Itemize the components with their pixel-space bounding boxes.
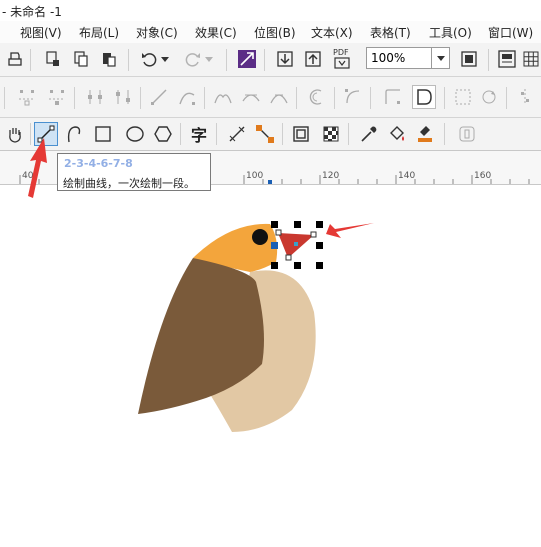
align-nodes-icon[interactable]	[514, 86, 536, 108]
close-curve-icon[interactable]	[412, 85, 436, 109]
two-point-line-tool-icon[interactable]	[34, 122, 58, 146]
bird-eye[interactable]	[252, 229, 268, 245]
show-grid-icon[interactable]	[520, 48, 541, 70]
extract-subpath-icon[interactable]	[382, 86, 404, 108]
select-all-nodes-icon[interactable]	[452, 86, 474, 108]
pan-tool-icon[interactable]	[4, 123, 26, 145]
publish-pdf-button[interactable]: PDF	[330, 48, 354, 70]
menu-view[interactable]: 视图(V)	[20, 24, 62, 41]
menu-window[interactable]: 窗口(W)	[488, 24, 533, 41]
toolbox: 字	[0, 118, 541, 151]
search-content-icon[interactable]	[236, 48, 258, 70]
standard-toolbar: PDF	[0, 43, 541, 77]
zoom-level-input[interactable]	[366, 47, 432, 69]
redo-icon[interactable]	[182, 48, 204, 70]
title-bar: - 未命名 -1	[0, 0, 541, 21]
menu-object[interactable]: 对象(C)	[136, 24, 178, 41]
menu-bitmaps[interactable]: 位图(B)	[254, 24, 296, 41]
customize-toolbox-icon[interactable]	[456, 123, 478, 145]
smart-fill-tool-icon[interactable]	[414, 123, 436, 145]
menu-layout[interactable]: 布局(L)	[79, 24, 119, 41]
interactive-fill-tool-icon[interactable]	[386, 123, 408, 145]
window-title: - 未命名 -1	[2, 5, 62, 19]
smooth-node-icon[interactable]	[240, 86, 262, 108]
symmetrical-node-icon[interactable]	[268, 86, 290, 108]
convert-to-line-icon[interactable]	[148, 86, 170, 108]
import-icon[interactable]	[274, 48, 296, 70]
menu-table[interactable]: 表格(T)	[370, 24, 411, 41]
text-tool-label: 字	[190, 126, 207, 145]
menu-tools[interactable]: 工具(O)	[429, 24, 472, 41]
undo-dropdown-icon[interactable]	[158, 48, 172, 70]
reverse-direction-icon[interactable]	[306, 86, 328, 108]
show-rulers-icon[interactable]	[496, 48, 518, 70]
redo-dropdown-icon[interactable]	[202, 48, 216, 70]
undo-icon[interactable]	[138, 48, 160, 70]
eyedropper-tool-icon[interactable]	[358, 123, 380, 145]
menu-effects[interactable]: 效果(C)	[195, 24, 237, 41]
zoom-dropdown-button[interactable]	[432, 47, 450, 69]
parallel-dimension-tool-icon[interactable]	[226, 123, 248, 145]
add-node-icon[interactable]	[16, 86, 38, 108]
text-tool-button[interactable]: 字	[188, 123, 210, 145]
menu-bar: 视图(V) 布局(L) 对象(C) 效果(C) 位图(B) 文本(X) 表格(T…	[0, 21, 541, 44]
connector-tool-icon[interactable]	[254, 123, 276, 145]
break-curve-icon[interactable]	[112, 86, 134, 108]
full-screen-icon[interactable]	[458, 48, 480, 70]
extend-curve-icon[interactable]	[342, 86, 364, 108]
tooltip: 2-3-4-6-7-8 绘制曲线，一次绘制一段。	[57, 153, 211, 191]
cut-icon[interactable]	[42, 48, 64, 70]
delete-node-icon[interactable]	[46, 86, 68, 108]
paste-icon[interactable]	[98, 48, 120, 70]
freehand-tool-icon[interactable]	[64, 123, 86, 145]
property-bar	[0, 77, 541, 118]
copy-icon[interactable]	[70, 48, 92, 70]
transparency-tool-icon[interactable]	[320, 123, 342, 145]
drop-shadow-tool-icon[interactable]	[290, 123, 312, 145]
convert-to-curve-icon[interactable]	[176, 86, 198, 108]
tooltip-title: 2-3-4-6-7-8	[64, 157, 133, 170]
rotate-nodes-icon[interactable]	[478, 86, 500, 108]
drawing-canvas[interactable]	[0, 185, 541, 547]
export-icon[interactable]	[302, 48, 324, 70]
join-nodes-icon[interactable]	[84, 86, 106, 108]
tooltip-text: 绘制曲线，一次绘制一段。	[63, 177, 195, 190]
polygon-tool-icon[interactable]	[152, 123, 174, 145]
menu-text[interactable]: 文本(X)	[311, 24, 353, 41]
pdf-label: PDF	[333, 48, 349, 57]
print-icon[interactable]	[4, 48, 26, 70]
ellipse-tool-icon[interactable]	[124, 123, 146, 145]
bird-illustration	[138, 221, 323, 432]
selection-handles	[271, 221, 323, 269]
chevron-down-icon	[436, 56, 445, 61]
cusp-node-icon[interactable]	[212, 86, 234, 108]
rectangle-tool-icon[interactable]	[92, 123, 114, 145]
